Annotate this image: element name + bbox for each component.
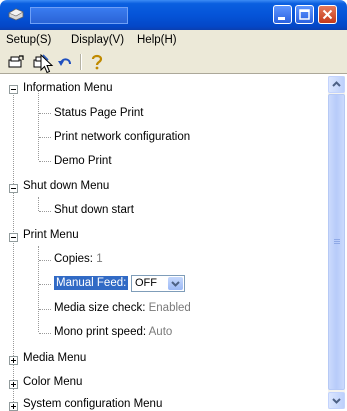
chevron-up-icon [332,81,341,87]
collapse-toggle[interactable] [9,184,18,193]
tree-item-media-size-check[interactable]: Media size check: Enabled [54,302,191,314]
mono-print-speed-label: Mono print speed: [54,326,147,338]
menu-display[interactable]: Display(V) [71,34,124,46]
menu-help[interactable]: Help(H) [137,34,177,46]
tree-branch [39,284,51,285]
chevron-down-icon [332,398,341,404]
tree-branch [39,309,51,310]
collapse-toggle[interactable] [9,85,18,94]
undo-icon[interactable] [56,54,74,70]
tree-item-status-page-print[interactable]: Status Page Print [54,107,144,119]
media-size-check-value: Enabled [148,302,191,314]
tree-guide-line [38,91,39,160]
tree-node-shutdown-menu[interactable]: Shut down Menu [23,180,109,192]
collapse-toggle[interactable] [9,233,18,242]
window-title [30,7,128,24]
tree-node-media-menu[interactable]: Media Menu [23,352,86,364]
menu-bar: Setup(S) Display(V) Help(H) [0,30,347,51]
tree-branch [39,161,51,162]
mono-print-speed-value: Auto [148,326,173,338]
scroll-up-button[interactable] [328,76,345,93]
menu-setup[interactable]: Setup(S) [6,34,51,46]
tree-branch [39,260,51,261]
printer-app-icon [8,8,24,21]
help-icon[interactable] [88,54,106,70]
expand-toggle[interactable] [9,380,18,389]
tree-guide-line [38,246,39,332]
tree-node-print-menu[interactable]: Print Menu [23,229,79,241]
tree-guide-line [38,197,39,211]
scroll-down-button[interactable] [328,392,345,409]
copies-value: 1 [96,253,103,265]
toolbar-separator [80,54,82,70]
settings-tree: Information Menu Status Page Print Print… [3,76,328,411]
manual-feed-label[interactable]: Manual Feed: [54,276,129,290]
vertical-scrollbar[interactable] [328,76,345,409]
tree-branch [39,211,51,212]
expand-toggle[interactable] [9,402,18,411]
maximize-icon [299,9,310,20]
copies-label: Copies: [54,253,93,265]
media-size-check-label: Media size check: [54,302,146,314]
scroll-thumb[interactable] [328,94,345,390]
tree-node-information-menu[interactable]: Information Menu [23,82,113,94]
manual-feed-value: OFF [135,277,157,289]
minimize-button[interactable] [273,5,292,24]
tree-item-demo-print[interactable]: Demo Print [54,155,112,167]
title-bar[interactable] [0,0,347,30]
maximize-button[interactable] [295,5,314,24]
tree-branch [39,113,51,114]
close-button[interactable] [318,5,337,24]
printer-settings-icon[interactable] [7,54,25,70]
mouse-pointer-icon [40,54,54,74]
minimize-icon [278,17,285,20]
tree-item-print-network-config[interactable]: Print network configuration [54,131,190,143]
tree-node-color-menu[interactable]: Color Menu [23,376,82,388]
tree-branch [39,137,51,138]
tree-node-system-config-menu[interactable]: System configuration Menu [23,398,162,410]
tree-branch [39,333,51,334]
tree-item-copies[interactable]: Copies: 1 [54,253,103,265]
manual-feed-select[interactable]: OFF [131,275,185,292]
tree-item-mono-print-speed[interactable]: Mono print speed: Auto [54,326,172,338]
close-icon [322,9,333,20]
tree-item-shutdown-start[interactable]: Shut down start [54,204,134,216]
expand-toggle[interactable] [9,356,18,365]
chevron-down-icon[interactable] [168,277,183,290]
